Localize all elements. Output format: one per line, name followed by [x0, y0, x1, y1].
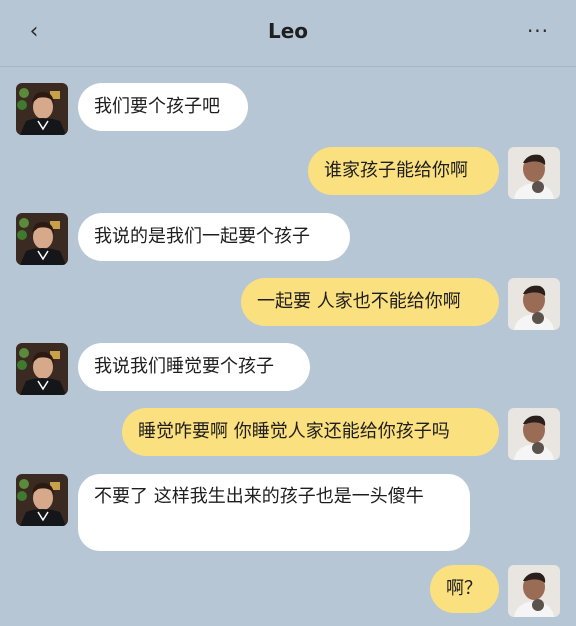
more-horizontal-icon[interactable]: ··· [526, 20, 550, 44]
contact-avatar[interactable] [16, 83, 68, 135]
chat-header: ‹ Leo ··· [0, 0, 576, 67]
message-bubble: 不要了 这样我生出来的孩子也是一头傻牛 [78, 474, 470, 551]
message-text: 啊？ [446, 578, 482, 599]
message-text: 我说的是我们一起要个孩子 [94, 226, 310, 247]
chat-title: Leo [267, 19, 309, 43]
self-avatar[interactable] [508, 408, 560, 460]
message-bubble: 谁家孩子能给你啊 [308, 147, 499, 195]
message-bubble: 睡觉咋要啊 你睡觉人家还能给你孩子吗 [122, 408, 499, 456]
message-text: 谁家孩子能给你啊 [324, 160, 468, 181]
message-text: 睡觉咋要啊 你睡觉人家还能给你孩子吗 [138, 421, 450, 442]
message-text: 不要了 这样我生出来的孩子也是一头傻牛 [94, 486, 424, 507]
message-bubble: 一起要 人家也不能给你啊 [241, 278, 499, 326]
message-bubble: 我们要个孩子吧 [78, 83, 248, 131]
contact-avatar[interactable] [16, 343, 68, 395]
message-text: 一起要 人家也不能给你啊 [257, 291, 461, 312]
self-avatar[interactable] [508, 278, 560, 330]
self-avatar[interactable] [508, 565, 560, 617]
message-bubble: 我说我们睡觉要个孩子 [78, 343, 310, 391]
self-avatar[interactable] [508, 147, 560, 199]
message-text: 我们要个孩子吧 [94, 96, 220, 117]
contact-avatar[interactable] [16, 213, 68, 265]
contact-avatar[interactable] [16, 474, 68, 526]
message-bubble: 啊？ [430, 565, 499, 613]
message-bubble: 我说的是我们一起要个孩子 [78, 213, 350, 261]
message-text: 我说我们睡觉要个孩子 [94, 356, 274, 377]
